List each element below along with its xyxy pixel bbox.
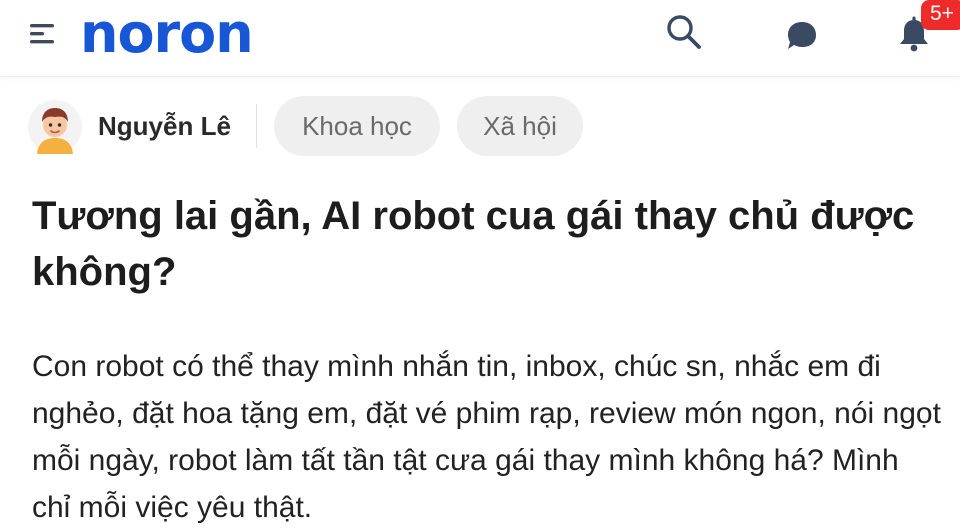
post-title[interactable]: Tương lai gần, AI robot cua gái thay chủ… — [32, 188, 932, 300]
post-meta-row: Nguyễn Lê Khoa học Xã hội — [0, 96, 960, 156]
tag-chip-khoa-hoc[interactable]: Khoa học — [274, 96, 440, 156]
avatar[interactable] — [28, 100, 82, 154]
tag-chip-xa-hoi[interactable]: Xã hội — [457, 96, 583, 156]
post-body: Con robot có thể thay mình nhắn tin, inb… — [32, 350, 941, 524]
app-logo[interactable]: noron — [80, 2, 254, 66]
top-navigation-bar: noron 5+ — [0, 0, 960, 77]
search-icon[interactable] — [664, 12, 704, 52]
chat-icon[interactable] — [782, 16, 822, 56]
notification-badge: 5+ — [921, 0, 960, 30]
author-name[interactable]: Nguyễn Lê — [98, 110, 231, 142]
menu-icon[interactable] — [30, 21, 56, 47]
meta-divider — [256, 104, 257, 148]
